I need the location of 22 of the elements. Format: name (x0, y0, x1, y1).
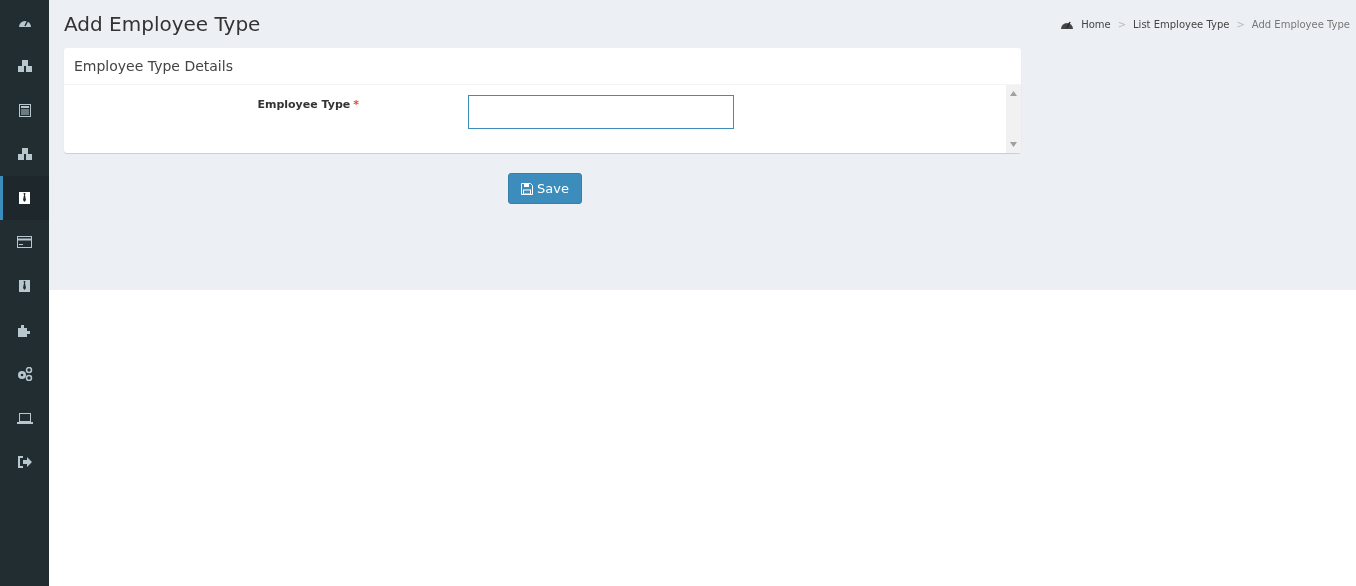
laptop-icon (16, 412, 33, 424)
card-title: Employee Type Details (64, 48, 1021, 85)
breadcrumb-link[interactable]: Home (1081, 18, 1111, 30)
cubes-icon (16, 147, 33, 161)
floppy-icon (521, 182, 533, 195)
field-label: Employee Type (257, 98, 351, 111)
tie-icon (19, 192, 30, 204)
calculator-icon (18, 103, 31, 117)
breadcrumb-link[interactable]: List Employee Type (1133, 18, 1230, 30)
page-title: Add Employee Type (64, 12, 261, 36)
credit-card-icon (17, 236, 32, 248)
employee-type-input[interactable] (468, 95, 734, 129)
cubes-icon (16, 59, 33, 73)
tie-icon (19, 280, 30, 292)
sign-out-icon (17, 456, 32, 468)
breadcrumb-separator: > (1236, 18, 1245, 30)
save-button[interactable]: Save (508, 173, 582, 204)
required-mark: * (353, 98, 359, 111)
breadcrumb-separator: > (1117, 18, 1127, 30)
cogs-icon (16, 367, 33, 381)
puzzle-icon (17, 323, 32, 337)
sidebar-item[interactable] (0, 176, 49, 220)
